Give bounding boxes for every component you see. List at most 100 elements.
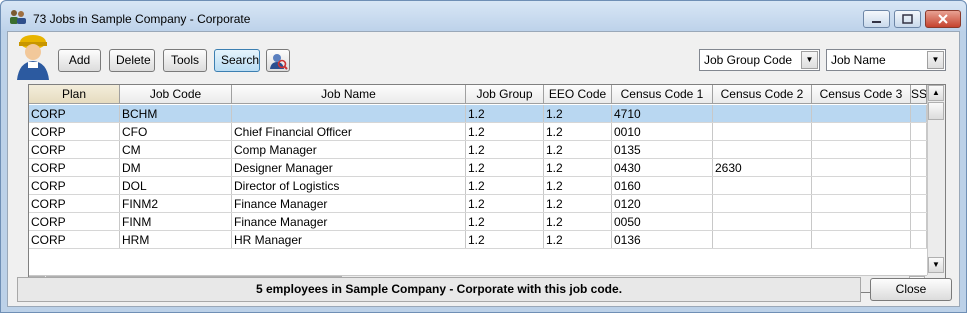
cell-census-code-1[interactable]: 0010 <box>612 123 713 140</box>
title-bar[interactable]: 73 Jobs in Sample Company - Corporate <box>1 1 966 31</box>
find-user-button[interactable] <box>266 49 290 72</box>
add-button[interactable]: Add <box>58 49 101 72</box>
table-row[interactable]: CORP CM Comp Manager 1.2 1.2 0135 <box>29 141 927 159</box>
chevron-down-icon[interactable]: ▼ <box>927 51 944 69</box>
cell-plan[interactable]: CORP <box>29 195 120 212</box>
cell-census-code-3[interactable] <box>812 159 911 176</box>
cell-census-code-2[interactable] <box>713 105 812 122</box>
cell-eeo-code[interactable]: 1.2 <box>544 123 612 140</box>
cell-eeo-code[interactable]: 1.2 <box>544 159 612 176</box>
cell-census-code-2[interactable] <box>713 123 812 140</box>
maximize-button[interactable] <box>894 10 921 28</box>
cell-census-code-1[interactable]: 0135 <box>612 141 713 158</box>
cell-census-code-1[interactable]: 0160 <box>612 177 713 194</box>
table-row[interactable]: CORP DOL Director of Logistics 1.2 1.2 0160 <box>29 177 927 195</box>
cell-ss[interactable] <box>911 159 927 176</box>
search-button[interactable]: Search <box>214 49 260 72</box>
table-row[interactable]: CORP DM Designer Manager 1.2 1.2 0430 2630 <box>29 159 927 177</box>
job-name-select[interactable]: Job Name ▼ <box>826 49 946 71</box>
table-row[interactable]: CORP FINM Finance Manager 1.2 1.2 0050 <box>29 213 927 231</box>
cell-job-group[interactable]: 1.2 <box>466 195 544 212</box>
cell-job-group[interactable]: 1.2 <box>466 231 544 248</box>
cell-census-code-2[interactable] <box>713 141 812 158</box>
cell-job-code[interactable]: HRM <box>120 231 232 248</box>
cell-job-name[interactable]: Finance Manager <box>232 195 466 212</box>
cell-job-group[interactable]: 1.2 <box>466 105 544 122</box>
cell-plan[interactable]: CORP <box>29 213 120 230</box>
vertical-scrollbar[interactable]: ▲ ▼ <box>927 85 945 275</box>
scroll-thumb[interactable] <box>928 102 944 120</box>
cell-job-name[interactable]: Director of Logistics <box>232 177 466 194</box>
cell-job-name[interactable]: Finance Manager <box>232 213 466 230</box>
table-row[interactable]: CORP BCHM 1.2 1.2 4710 <box>29 105 927 123</box>
cell-census-code-3[interactable] <box>812 105 911 122</box>
cell-job-group[interactable]: 1.2 <box>466 123 544 140</box>
close-window-button[interactable] <box>925 10 961 28</box>
column-header-eeo-code[interactable]: EEO Code <box>544 85 612 103</box>
column-header-job-name[interactable]: Job Name <box>232 85 466 103</box>
delete-button[interactable]: Delete <box>109 49 155 72</box>
cell-plan[interactable]: CORP <box>29 231 120 248</box>
cell-census-code-1[interactable]: 0136 <box>612 231 713 248</box>
chevron-down-icon[interactable]: ▼ <box>801 51 818 69</box>
cell-job-name[interactable]: Comp Manager <box>232 141 466 158</box>
cell-eeo-code[interactable]: 1.2 <box>544 213 612 230</box>
cell-census-code-3[interactable] <box>812 231 911 248</box>
cell-job-group[interactable]: 1.2 <box>466 141 544 158</box>
cell-job-code[interactable]: FINM <box>120 213 232 230</box>
cell-job-code[interactable]: CM <box>120 141 232 158</box>
table-row[interactable]: CORP HRM HR Manager 1.2 1.2 0136 <box>29 231 927 249</box>
cell-census-code-1[interactable]: 4710 <box>612 105 713 122</box>
cell-job-group[interactable]: 1.2 <box>466 159 544 176</box>
cell-census-code-3[interactable] <box>812 141 911 158</box>
cell-census-code-2[interactable] <box>713 213 812 230</box>
cell-eeo-code[interactable]: 1.2 <box>544 105 612 122</box>
cell-plan[interactable]: CORP <box>29 141 120 158</box>
cell-census-code-2[interactable]: 2630 <box>713 159 812 176</box>
job-group-code-select[interactable]: Job Group Code ▼ <box>699 49 820 71</box>
column-header-census-code-1[interactable]: Census Code 1 <box>612 85 713 103</box>
table-row[interactable]: CORP FINM2 Finance Manager 1.2 1.2 0120 <box>29 195 927 213</box>
cell-eeo-code[interactable]: 1.2 <box>544 141 612 158</box>
cell-census-code-1[interactable]: 0430 <box>612 159 713 176</box>
cell-census-code-1[interactable]: 0050 <box>612 213 713 230</box>
cell-ss[interactable] <box>911 231 927 248</box>
cell-eeo-code[interactable]: 1.2 <box>544 177 612 194</box>
cell-census-code-2[interactable] <box>713 231 812 248</box>
cell-job-name[interactable]: Chief Financial Officer <box>232 123 466 140</box>
cell-eeo-code[interactable]: 1.2 <box>544 231 612 248</box>
table-row[interactable]: CORP CFO Chief Financial Officer 1.2 1.2 0010 <box>29 123 927 141</box>
column-header-ss[interactable]: SS <box>911 85 927 103</box>
column-header-job-group[interactable]: Job Group <box>466 85 544 103</box>
scroll-up-icon[interactable]: ▲ <box>928 85 944 101</box>
cell-plan[interactable]: CORP <box>29 177 120 194</box>
cell-job-name[interactable]: Designer Manager <box>232 159 466 176</box>
minimize-button[interactable] <box>863 10 890 28</box>
cell-census-code-3[interactable] <box>812 177 911 194</box>
cell-eeo-code[interactable]: 1.2 <box>544 195 612 212</box>
column-header-census-code-3[interactable]: Census Code 3 <box>812 85 911 103</box>
cell-plan[interactable]: CORP <box>29 105 120 122</box>
cell-job-code[interactable]: FINM2 <box>120 195 232 212</box>
scroll-down-icon[interactable]: ▼ <box>928 257 944 273</box>
cell-ss[interactable] <box>911 141 927 158</box>
cell-census-code-3[interactable] <box>812 123 911 140</box>
cell-ss[interactable] <box>911 177 927 194</box>
cell-job-code[interactable]: DOL <box>120 177 232 194</box>
column-header-job-code[interactable]: Job Code <box>120 85 232 103</box>
cell-ss[interactable] <box>911 195 927 212</box>
cell-census-code-1[interactable]: 0120 <box>612 195 713 212</box>
close-button[interactable]: Close <box>870 278 952 301</box>
cell-job-group[interactable]: 1.2 <box>466 177 544 194</box>
cell-job-name[interactable]: HR Manager <box>232 231 466 248</box>
cell-ss[interactable] <box>911 213 927 230</box>
cell-census-code-2[interactable] <box>713 195 812 212</box>
tools-button[interactable]: Tools <box>163 49 207 72</box>
cell-census-code-3[interactable] <box>812 195 911 212</box>
column-header-census-code-2[interactable]: Census Code 2 <box>713 85 812 103</box>
cell-job-code[interactable]: CFO <box>120 123 232 140</box>
cell-job-code[interactable]: BCHM <box>120 105 232 122</box>
cell-ss[interactable] <box>911 123 927 140</box>
cell-ss[interactable] <box>911 105 927 122</box>
cell-job-name[interactable] <box>232 105 466 122</box>
